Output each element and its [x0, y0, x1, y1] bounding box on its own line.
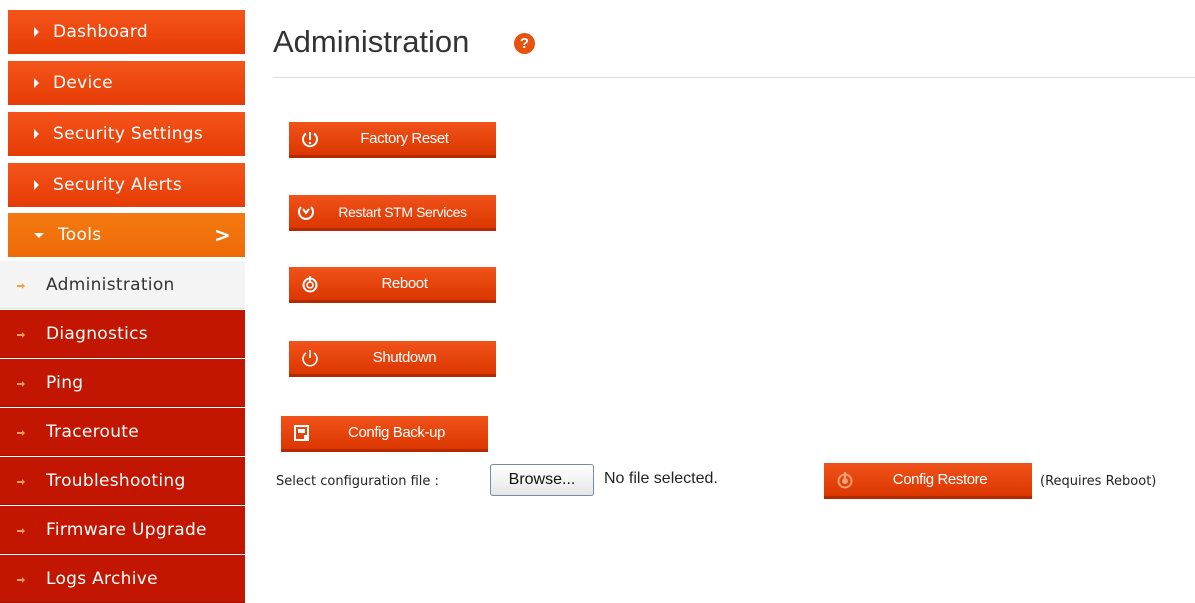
backup-icon	[291, 422, 313, 444]
sidebar-item-label: Logs Archive	[46, 568, 158, 589]
sidebar-item-troubleshooting[interactable]: Troubleshooting	[0, 457, 245, 505]
nav-dashboard[interactable]: Dashboard	[8, 10, 245, 56]
sidebar-item-label: Ping	[46, 372, 84, 393]
page-title: Administration	[273, 24, 470, 59]
power-icon	[299, 347, 321, 369]
arrow-right-icon	[17, 527, 25, 534]
sidebar-item-label: Diagnostics	[46, 323, 148, 344]
nav-security-alerts-label: Security Alerts	[53, 175, 183, 195]
restart-stm-services-button[interactable]: Restart STM Services	[289, 195, 496, 231]
sidebar-item-label: Troubleshooting	[46, 470, 186, 491]
title-divider	[273, 77, 1195, 78]
requires-reboot-note: (Requires Reboot)	[1040, 474, 1157, 489]
sidebar-item-ping[interactable]: Ping	[0, 359, 245, 407]
arrow-right-icon	[17, 282, 25, 289]
reboot-icon	[299, 273, 321, 295]
sidebar-item-firmware-upgrade[interactable]: Firmware Upgrade	[0, 506, 245, 554]
nav-security-alerts[interactable]: Security Alerts	[8, 163, 245, 209]
caret-down-icon	[34, 232, 44, 238]
arrow-right-icon	[17, 331, 25, 338]
sidebar-item-administration[interactable]: Administration	[0, 261, 245, 309]
sidebar-item-label: Administration	[46, 274, 175, 295]
sidebar-item-traceroute[interactable]: Traceroute	[0, 408, 245, 456]
shutdown-label: Shutdown	[372, 349, 437, 366]
nav-device-label: Device	[53, 73, 113, 93]
nav-tools[interactable]: Tools >	[8, 213, 245, 259]
nav-tools-label: Tools	[58, 225, 102, 245]
sidebar-item-diagnostics[interactable]: Diagnostics	[0, 310, 245, 358]
file-status-text: No file selected.	[604, 470, 718, 487]
config-restore-label: Config Restore	[892, 471, 988, 488]
arrow-right-icon	[17, 429, 25, 436]
caret-right-icon	[34, 27, 39, 37]
reboot-button[interactable]: Reboot	[289, 267, 496, 303]
caret-right-icon	[34, 129, 39, 139]
select-config-file-label: Select configuration file :	[276, 474, 439, 489]
sidebar-item-label: Firmware Upgrade	[46, 519, 207, 540]
arrow-right-icon	[17, 576, 25, 583]
config-restore-button[interactable]: Config Restore	[824, 463, 1032, 499]
shutdown-button[interactable]: Shutdown	[289, 341, 496, 377]
reboot-label: Reboot	[381, 275, 428, 292]
factory-reset-label: Factory Reset	[360, 130, 449, 147]
config-backup-button[interactable]: Config Back-up	[281, 416, 488, 452]
factory-reset-button[interactable]: Factory Reset	[289, 122, 496, 158]
config-backup-label: Config Back-up	[348, 424, 445, 441]
restart-icon	[295, 201, 317, 223]
caret-right-icon	[34, 180, 39, 190]
nav-security-settings[interactable]: Security Settings	[8, 112, 245, 158]
restore-icon	[834, 469, 856, 491]
nav-device[interactable]: Device	[8, 61, 245, 107]
caret-right-icon	[34, 78, 39, 88]
nav-security-settings-label: Security Settings	[53, 124, 204, 144]
sidebar: Dashboard Device Security Settings Secur…	[0, 0, 245, 603]
nav-dashboard-label: Dashboard	[53, 22, 148, 42]
browse-button[interactable]: Browse...	[490, 464, 594, 496]
arrow-right-icon	[17, 380, 25, 387]
help-icon[interactable]: ?	[514, 33, 535, 54]
chevron-right-icon: >	[213, 223, 231, 247]
restart-stm-services-label: Restart STM Services	[338, 203, 467, 220]
power-reset-icon	[299, 128, 321, 150]
sidebar-item-label: Traceroute	[46, 421, 140, 442]
arrow-right-icon	[17, 478, 25, 485]
